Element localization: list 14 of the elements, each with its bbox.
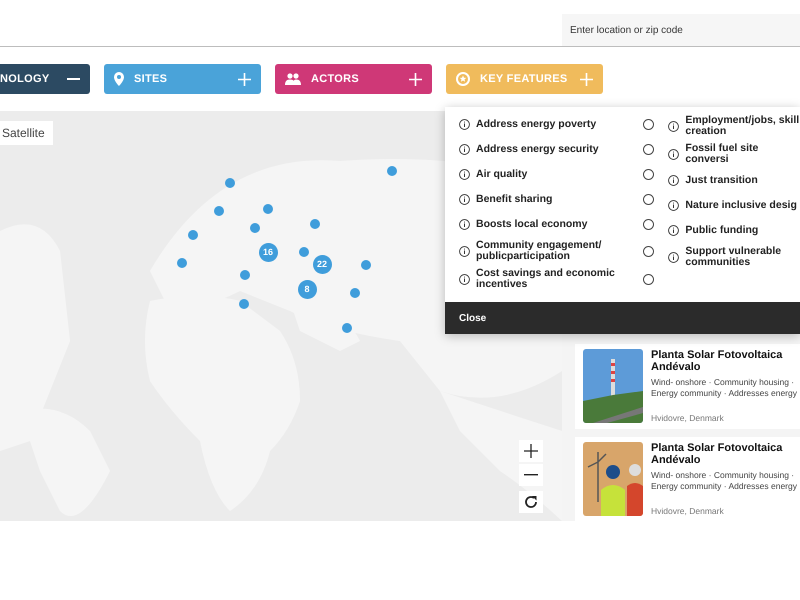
- site-tags: Wind- onshore · Community housing · Energy community · Addresses energy: [651, 470, 800, 492]
- feature-label: Employment/jobs, skill creation: [685, 115, 800, 137]
- feature-label: Fossil fuel site conversi: [685, 143, 760, 165]
- site-tags: Wind- onshore · Community housing · Energy community · Addresses energy: [651, 377, 800, 399]
- site-title: Planta Solar Fotovoltaica Andévalo: [651, 442, 784, 466]
- feature-label: Nature inclusive desig: [685, 200, 798, 211]
- feature-label: Public funding: [685, 225, 760, 236]
- feature-label: Just transition: [685, 175, 759, 186]
- site-title: Planta Solar Fotovoltaica Andévalo: [651, 349, 784, 373]
- site-location: Hvidovre, Denmark: [651, 506, 725, 516]
- feature-label: Benefit sharing: [476, 194, 554, 205]
- site-location: Hvidovre, Denmark: [651, 413, 725, 423]
- feature-label: Support vulnerable communities: [685, 246, 782, 268]
- feature-label: Air quality: [476, 169, 528, 180]
